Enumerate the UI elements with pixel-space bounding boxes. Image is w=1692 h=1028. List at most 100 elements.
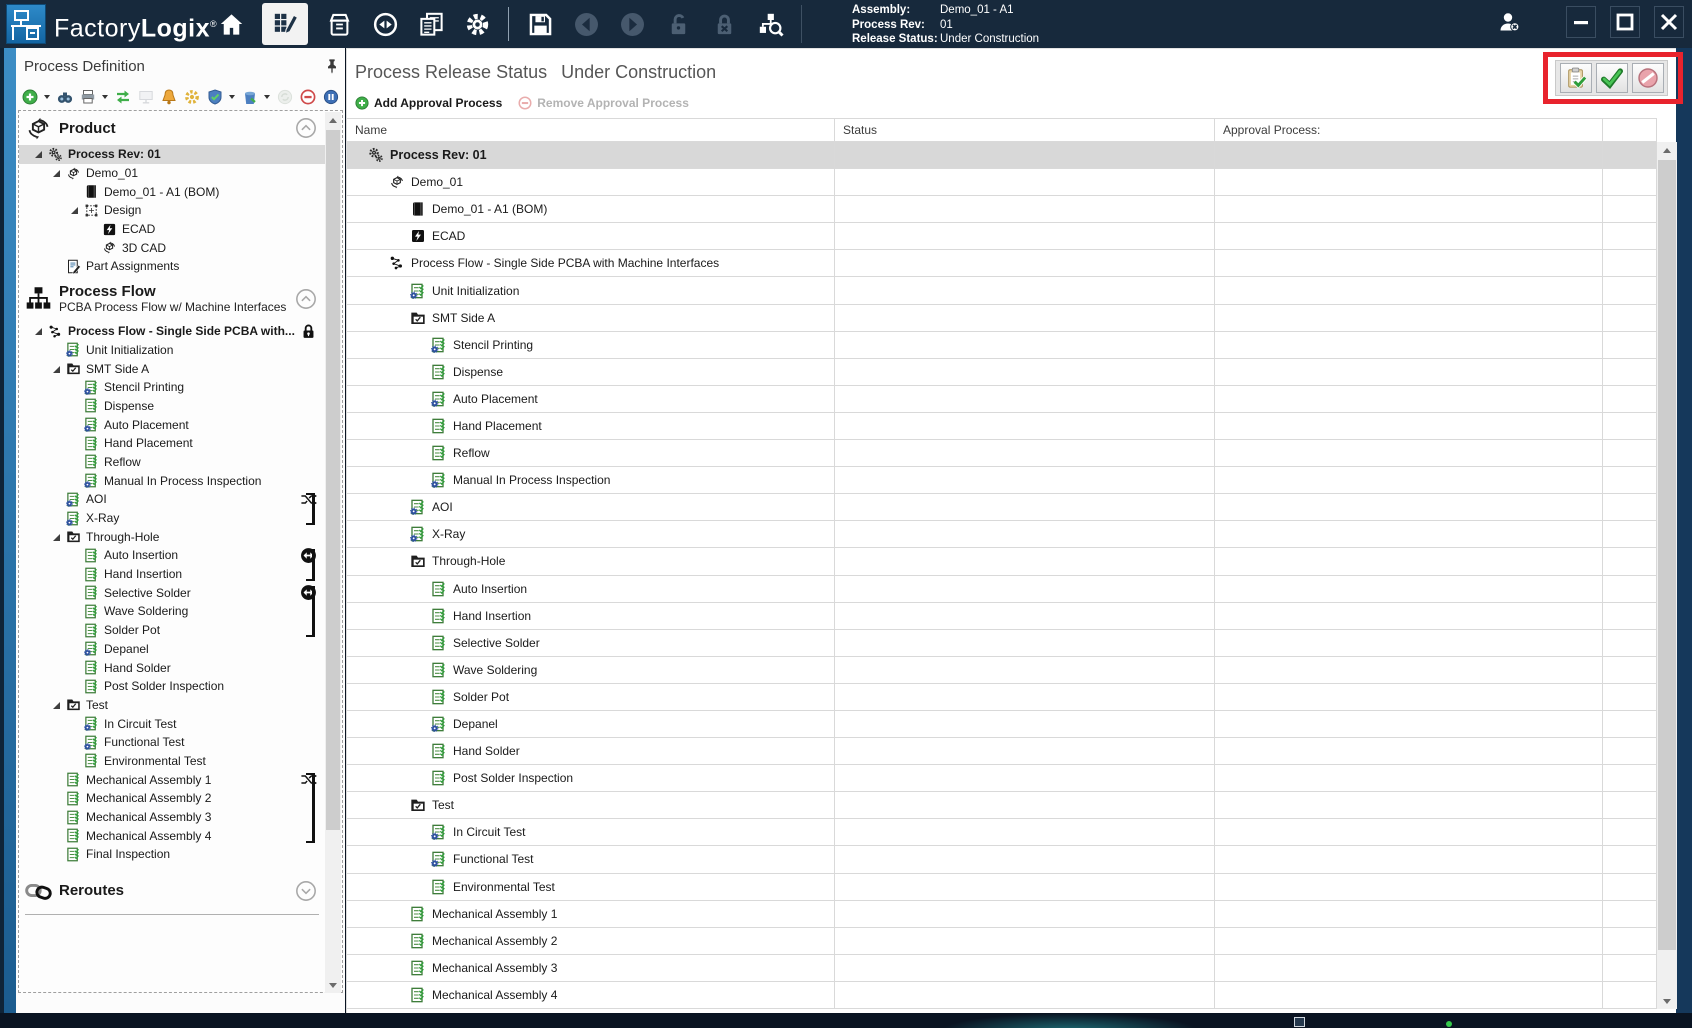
submit-for-approval-button[interactable] xyxy=(1560,63,1592,93)
dropdown-caret-icon[interactable] xyxy=(264,95,270,99)
dropdown-caret-icon[interactable] xyxy=(44,95,50,99)
home-button[interactable] xyxy=(216,7,246,41)
delete-button[interactable] xyxy=(241,89,258,106)
table-row[interactable]: SMT Side A xyxy=(347,305,1657,332)
tree-item[interactable]: Hand Placement xyxy=(19,434,325,453)
table-row[interactable]: In Circuit Test xyxy=(347,819,1657,846)
product-section-header[interactable]: Product xyxy=(19,111,325,145)
table-row[interactable]: Wave Soldering xyxy=(347,657,1657,684)
tree-item[interactable]: Environmental Test xyxy=(19,752,325,771)
maximize-button[interactable] xyxy=(1610,6,1640,38)
documents-button[interactable] xyxy=(416,7,446,41)
table-row[interactable]: Selective Solder xyxy=(347,630,1657,657)
tree-item[interactable]: In Circuit Test xyxy=(19,714,325,733)
options-button[interactable] xyxy=(183,89,200,106)
table-row[interactable]: ECAD xyxy=(347,223,1657,250)
table-row[interactable]: Dispense xyxy=(347,359,1657,386)
routing-button[interactable] xyxy=(370,7,400,41)
sidebar-scrollbar[interactable] xyxy=(325,112,341,993)
tree-item[interactable]: Mechanical Assembly 4 xyxy=(19,826,325,845)
table-row[interactable]: Functional Test xyxy=(347,846,1657,873)
tree-item[interactable]: Functional Test xyxy=(19,733,325,752)
close-button[interactable] xyxy=(1654,6,1684,38)
scroll-down-arrow[interactable] xyxy=(1657,993,1677,1009)
tree-item[interactable]: X-Ray xyxy=(19,509,325,528)
table-row[interactable]: Reflow xyxy=(347,440,1657,467)
tree-item[interactable]: Test xyxy=(19,696,325,715)
tree-item[interactable]: Hand Solder xyxy=(19,658,325,677)
tree-item[interactable]: ECAD xyxy=(19,220,325,239)
expander-icon[interactable] xyxy=(31,322,48,340)
tree-item[interactable]: Dispense xyxy=(19,397,325,416)
add-approval-process-button[interactable]: Add Approval Process xyxy=(355,96,502,110)
table-row[interactable]: Environmental Test xyxy=(347,874,1657,901)
notifications-button[interactable] xyxy=(160,89,177,106)
table-scrollbar[interactable] xyxy=(1657,142,1677,1009)
table-row[interactable]: X-Ray xyxy=(347,521,1657,548)
tree-item[interactable]: Auto Insertion xyxy=(19,546,325,565)
table-row[interactable]: Depanel xyxy=(347,711,1657,738)
table-row[interactable]: Auto Insertion xyxy=(347,576,1657,603)
table-row[interactable]: Hand Insertion xyxy=(347,603,1657,630)
tree-item[interactable]: Hand Insertion xyxy=(19,565,325,584)
tree-item[interactable]: Unit Initialization xyxy=(19,341,325,360)
process-flow-section-header[interactable]: Process Flow PCBA Process Flow w/ Machin… xyxy=(19,276,325,322)
hold-button[interactable] xyxy=(322,89,339,106)
table-row[interactable]: Stencil Printing xyxy=(347,332,1657,359)
settings-button[interactable] xyxy=(462,7,492,41)
tree-item[interactable]: Through-Hole xyxy=(19,527,325,546)
collapse-section-button[interactable] xyxy=(295,288,317,310)
tree-item[interactable]: Demo_01 xyxy=(19,164,325,183)
expander-icon[interactable] xyxy=(49,528,66,546)
save-button[interactable] xyxy=(525,7,555,41)
remove-button[interactable] xyxy=(299,89,316,106)
minimize-button[interactable] xyxy=(1566,6,1596,38)
table-row[interactable]: Process Rev: 01 xyxy=(347,142,1657,169)
table-row[interactable]: AOI xyxy=(347,494,1657,521)
approve-button[interactable] xyxy=(1596,63,1628,93)
expander-icon[interactable] xyxy=(31,145,48,163)
tree-item[interactable]: Selective Solder xyxy=(19,583,325,602)
table-row[interactable]: Mechanical Assembly 3 xyxy=(347,955,1657,982)
table-row[interactable]: Demo_01 - A1 (BOM) xyxy=(347,196,1657,223)
tree-item[interactable]: AOI xyxy=(19,490,325,509)
tree-item[interactable]: Depanel xyxy=(19,640,325,659)
table-row[interactable]: Mechanical Assembly 4 xyxy=(347,982,1657,1009)
table-row[interactable]: Auto Placement xyxy=(347,386,1657,413)
table-row[interactable]: Solder Pot xyxy=(347,684,1657,711)
tree-item[interactable]: Solder Pot xyxy=(19,621,325,640)
logout-user-button[interactable] xyxy=(1492,6,1526,38)
collapse-section-button[interactable] xyxy=(295,117,317,139)
tree-item[interactable]: 3D CAD xyxy=(19,238,325,257)
where-used-search-button[interactable] xyxy=(755,7,785,41)
tree-item[interactable]: Mechanical Assembly 3 xyxy=(19,808,325,827)
table-row[interactable]: Manual In Process Inspection xyxy=(347,467,1657,494)
tree-item[interactable]: Process Flow - Single Side PCBA with... xyxy=(19,322,325,341)
scroll-up-arrow[interactable] xyxy=(325,112,341,128)
table-row[interactable]: Hand Solder xyxy=(347,738,1657,765)
reroutes-section-header[interactable]: Reroutes xyxy=(19,874,325,908)
tree-item[interactable]: SMT Side A xyxy=(19,359,325,378)
table-row[interactable]: Mechanical Assembly 1 xyxy=(347,901,1657,928)
scrollbar-thumb[interactable] xyxy=(1658,160,1676,950)
tree-item[interactable]: Stencil Printing xyxy=(19,378,325,397)
table-row[interactable]: Through-Hole xyxy=(347,548,1657,575)
find-button[interactable] xyxy=(56,89,73,106)
add-new-button[interactable] xyxy=(21,89,38,106)
tree-item[interactable]: Post Solder Inspection xyxy=(19,677,325,696)
pin-button[interactable] xyxy=(324,58,340,74)
taskbar-window-icon[interactable] xyxy=(1294,1017,1305,1027)
materials-button[interactable] xyxy=(324,7,354,41)
expander-icon[interactable] xyxy=(49,360,66,378)
tree-item[interactable]: Process Rev: 01 xyxy=(19,145,325,164)
exchange-button[interactable] xyxy=(114,89,131,106)
reject-button[interactable] xyxy=(1632,63,1664,93)
table-row[interactable]: Post Solder Inspection xyxy=(347,765,1657,792)
tree-item[interactable]: Final Inspection xyxy=(19,845,325,864)
tree-item[interactable]: Demo_01 - A1 (BOM) xyxy=(19,182,325,201)
permissions-button[interactable] xyxy=(206,89,223,106)
scroll-down-arrow[interactable] xyxy=(325,977,341,993)
column-header-status[interactable]: Status xyxy=(835,119,1215,141)
dropdown-caret-icon[interactable] xyxy=(229,95,235,99)
table-row[interactable]: Hand Placement xyxy=(347,413,1657,440)
